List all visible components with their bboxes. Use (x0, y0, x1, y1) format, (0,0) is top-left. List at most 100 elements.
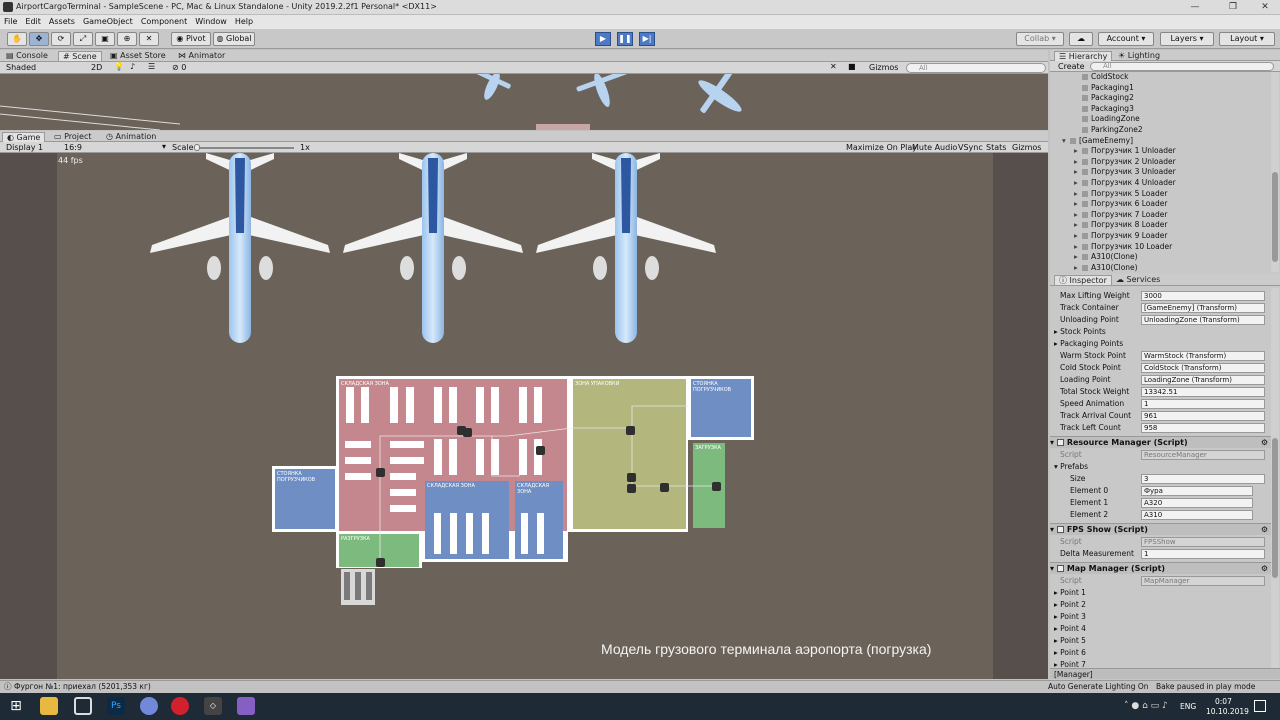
hierarchy-item[interactable]: Packaging1 (1050, 83, 1270, 93)
hierarchy-item[interactable]: ▸ Погрузчик 10 Loader (1050, 242, 1270, 252)
pivot-toggle[interactable]: ◉ Pivot (171, 32, 211, 46)
game-view[interactable]: 44 fps СКЛАДСКАЯ ЗОНА ЗОНА УПАКОВКИ СТОЯ… (57, 153, 993, 679)
mute-audio-toggle[interactable]: Mute Audio (912, 143, 957, 152)
minimize-button[interactable]: — (1178, 0, 1212, 15)
rect-tool-icon[interactable]: ▣ (95, 32, 115, 46)
hierarchy-item[interactable]: ParkingZone2 (1050, 125, 1270, 135)
field-value[interactable]: Фура (1141, 486, 1253, 496)
hierarchy-item[interactable]: LoadingZone (1050, 114, 1270, 124)
tab-hierarchy[interactable]: ☰ Hierarchy (1054, 51, 1113, 61)
menu-edit[interactable]: Edit (21, 15, 45, 28)
tab-scene[interactable]: # Scene (58, 51, 102, 61)
tab-inspector[interactable]: ⓘ Inspector (1054, 275, 1112, 285)
expand-arrow-icon[interactable]: ▸ (1074, 146, 1082, 156)
field-value[interactable]: 3000 (1141, 291, 1265, 301)
pause-button[interactable]: ❚❚ (617, 32, 633, 46)
menu-file[interactable]: File (0, 15, 21, 28)
enabled-checkbox[interactable] (1056, 526, 1064, 533)
menu-help[interactable]: Help (231, 15, 257, 28)
hierarchy-item[interactable]: ColdStock (1050, 72, 1270, 82)
field-value[interactable]: A320 (1141, 498, 1253, 508)
create-dropdown[interactable]: Create (1058, 62, 1085, 71)
hierarchy-item[interactable]: ▾ [GameEnemy] (1050, 136, 1270, 146)
game-gizmos-dropdown[interactable]: Gizmos (1012, 143, 1041, 152)
field-value[interactable]: 3 (1141, 474, 1265, 484)
step-button[interactable]: ▶| (639, 32, 655, 46)
component-menu-icon[interactable]: ⚙ (1261, 524, 1268, 536)
hierarchy-item[interactable]: ▸ Погрузчик 7 Loader (1050, 210, 1270, 220)
status-message[interactable]: Фургон №1: приехал (5201,353 кг) (14, 681, 151, 693)
audio-toggle-icon[interactable]: ♪ (130, 62, 135, 71)
field-value[interactable]: [GameEnemy] (Transform) (1141, 303, 1265, 313)
hidden-objects-icon[interactable]: ⊘ 0 (172, 63, 186, 72)
cloud-icon[interactable]: ☁ (1069, 32, 1093, 46)
tab-animation[interactable]: ◷ Animation (102, 132, 160, 142)
field-value[interactable]: A310 (1141, 510, 1253, 520)
clock-date[interactable]: 10.10.2019 (1206, 707, 1249, 716)
clock-time[interactable]: 0:07 (1215, 697, 1232, 706)
expand-arrow-icon[interactable]: ▸ (1074, 231, 1082, 241)
component-menu-icon[interactable]: ⚙ (1261, 437, 1268, 449)
close-button[interactable]: ✕ (1248, 0, 1280, 15)
hierarchy-scrollbar[interactable] (1271, 72, 1279, 272)
mode-2d-toggle[interactable]: 2D (91, 63, 102, 72)
expand-arrow-icon[interactable]: ▸ (1074, 252, 1082, 262)
hierarchy-item[interactable]: ▸ Погрузчик 6 Loader (1050, 199, 1270, 209)
visual-studio-icon[interactable] (237, 697, 255, 715)
expand-arrow-icon[interactable]: ▸ (1074, 199, 1082, 209)
hierarchy-item[interactable]: ▸ Погрузчик 3 Unloader (1050, 167, 1270, 177)
tab-project[interactable]: ▭ Project (50, 132, 95, 142)
menu-component[interactable]: Component (137, 15, 191, 28)
scale-tool-icon[interactable]: ⤢ (73, 32, 93, 46)
menu-window[interactable]: Window (191, 15, 231, 28)
stats-toggle[interactable]: Stats (986, 143, 1006, 152)
language-indicator[interactable]: ENG (1180, 702, 1196, 711)
tools-icon[interactable]: ✕ (830, 62, 837, 71)
account-dropdown[interactable]: Account ▾ (1098, 32, 1154, 46)
expand-arrow-icon[interactable]: ▾ (1050, 525, 1057, 534)
tab-game[interactable]: ◐ Game (2, 132, 46, 142)
inspector-scrollbar[interactable] (1271, 288, 1279, 668)
layout-dropdown[interactable]: Layout ▾ (1219, 32, 1275, 46)
notification-icon[interactable] (1254, 700, 1266, 712)
maximize-on-play-toggle[interactable]: Maximize On Play (846, 143, 917, 152)
collab-button[interactable]: Collab ▾ (1016, 32, 1064, 46)
component-header[interactable]: ▾ Map Manager (Script) ⚙ (1050, 562, 1272, 574)
tab-console[interactable]: ▤ Console (2, 51, 52, 61)
component-menu-icon[interactable]: ⚙ (1261, 563, 1268, 575)
field-value[interactable]: 1 (1141, 549, 1265, 559)
hierarchy-item[interactable]: ▸ A310(Clone) (1050, 263, 1270, 272)
file-explorer-icon[interactable] (40, 697, 58, 715)
lighting-toggle-icon[interactable]: 💡 (114, 62, 124, 71)
discord-icon[interactable] (140, 697, 158, 715)
hierarchy-item[interactable]: ▸ A310(Clone) (1050, 252, 1270, 262)
camera-icon[interactable]: ■ (848, 62, 856, 71)
tab-lighting[interactable]: ☀ Lighting (1114, 51, 1164, 61)
field-value[interactable]: FPSShow (1141, 537, 1265, 547)
hierarchy-item[interactable]: ▸ Погрузчик 8 Loader (1050, 220, 1270, 230)
opera-icon[interactable] (171, 697, 189, 715)
global-toggle[interactable]: ◍ Global (213, 32, 255, 46)
hand-tool-icon[interactable]: ✋ (7, 32, 27, 46)
expand-arrow-icon[interactable]: ▸ (1074, 189, 1082, 199)
hierarchy-item[interactable]: ▸ Погрузчик 5 Loader (1050, 189, 1270, 199)
hierarchy-item[interactable]: ▸ Погрузчик 1 Unloader (1050, 146, 1270, 156)
expand-arrow-icon[interactable]: ▸ (1074, 263, 1082, 272)
hierarchy-item[interactable]: Packaging2 (1050, 93, 1270, 103)
field-value[interactable]: ResourceManager (1141, 450, 1265, 460)
rotate-tool-icon[interactable]: ⟳ (51, 32, 71, 46)
component-header[interactable]: ▾ Resource Manager (Script) ⚙ (1050, 436, 1272, 448)
vsync-toggle[interactable]: VSync (958, 143, 983, 152)
component-header[interactable]: ▾ FPS Show (Script) ⚙ (1050, 523, 1272, 535)
play-button[interactable]: ▶ (595, 32, 611, 46)
expand-arrow-icon[interactable]: ▸ (1074, 178, 1082, 188)
enabled-checkbox[interactable] (1056, 565, 1064, 572)
display-dropdown[interactable]: Display 1 (6, 143, 43, 152)
hierarchy-search-input[interactable]: All (1090, 62, 1274, 71)
effects-toggle-icon[interactable]: ☰ (148, 62, 155, 71)
menu-assets[interactable]: Assets (45, 15, 79, 28)
custom-tool-icon[interactable]: ✕ (139, 32, 159, 46)
expand-arrow-icon[interactable]: ▾ (1062, 136, 1070, 146)
task-view-icon[interactable] (74, 697, 92, 715)
unity-icon[interactable]: ◇ (204, 697, 222, 715)
